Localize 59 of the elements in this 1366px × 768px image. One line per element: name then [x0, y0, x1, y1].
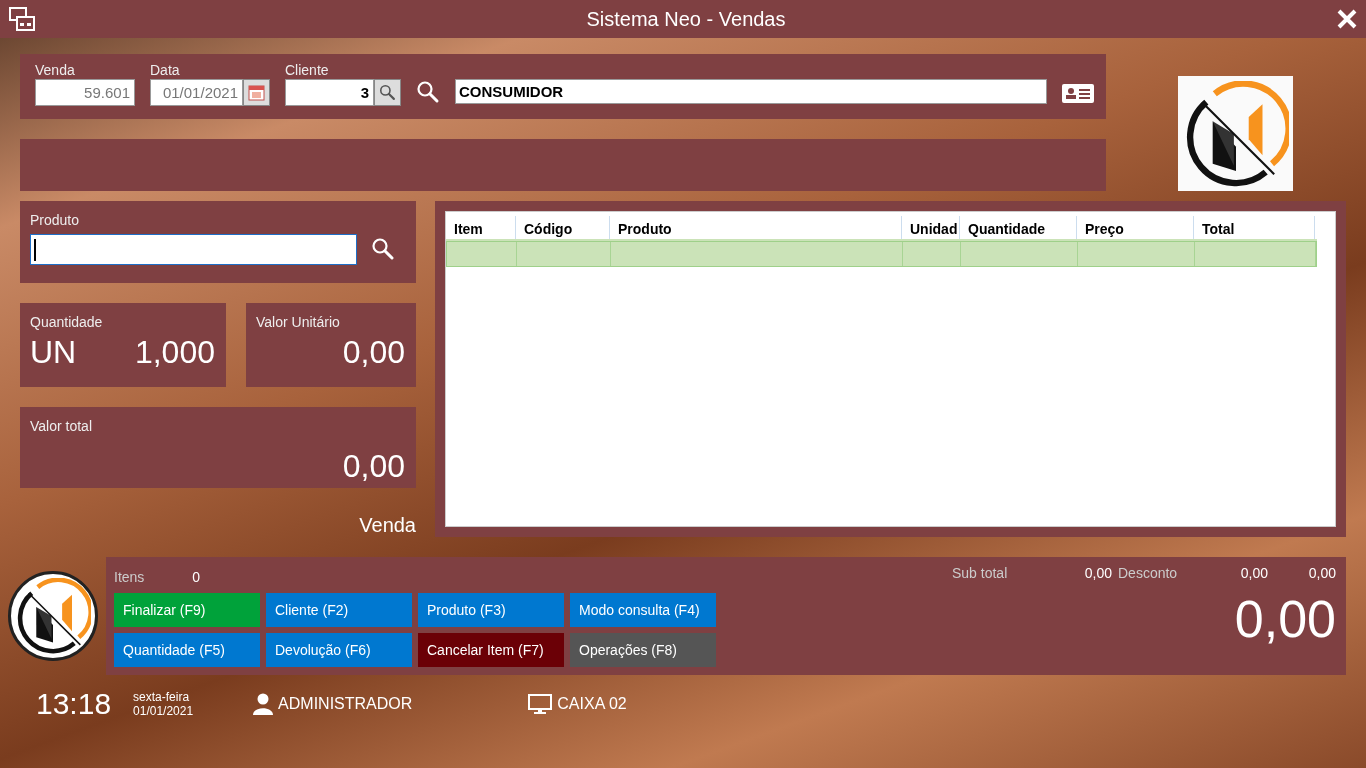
- calendar-button[interactable]: [243, 79, 270, 106]
- total-value: 0,00: [342, 447, 405, 485]
- column-header[interactable]: Preço: [1077, 216, 1194, 239]
- column-header[interactable]: Unidad: [902, 216, 960, 239]
- function-button[interactable]: Cancelar Item (F7): [418, 633, 564, 667]
- function-button[interactable]: Quantidade (F5): [114, 633, 260, 667]
- unit-text: UN: [30, 333, 77, 371]
- function-button[interactable]: Modo consulta (F4): [570, 593, 716, 627]
- search-icon: [416, 80, 440, 104]
- subtotal-label: Sub total: [952, 565, 1009, 581]
- column-header[interactable]: Quantidade: [960, 216, 1077, 239]
- field-label: Quantidade: [30, 313, 104, 330]
- user-icon: [253, 693, 274, 715]
- product-input-field[interactable]: [30, 234, 357, 265]
- contact-card-button[interactable]: [1062, 82, 1094, 104]
- column-header[interactable]: Total: [1194, 216, 1315, 239]
- items-count: 0: [192, 569, 201, 585]
- function-button[interactable]: Operações (F8): [570, 633, 716, 667]
- windows-icon: [8, 6, 36, 32]
- logo-icon: [15, 578, 91, 654]
- field-label: Valor total: [30, 417, 93, 434]
- search-button[interactable]: [416, 80, 440, 104]
- unit-price-value: 0,00: [342, 333, 405, 371]
- window-title: Sistema Neo - Vendas: [586, 7, 786, 31]
- column-header[interactable]: Produto: [610, 216, 902, 239]
- column-header[interactable]: Código: [516, 216, 610, 239]
- function-button[interactable]: Produto (F3): [418, 593, 564, 627]
- quantity-value: 1,000: [134, 333, 215, 371]
- items-label: Itens: [114, 569, 145, 585]
- discount-label: Desconto: [1118, 565, 1179, 581]
- function-button[interactable]: Cliente (F2): [266, 593, 412, 627]
- function-button[interactable]: Devolução (F6): [266, 633, 412, 667]
- clock-time: 13:18: [36, 687, 112, 721]
- contact-card-icon: [1062, 82, 1094, 104]
- discount-amount: 0,00: [1307, 565, 1336, 581]
- input-field[interactable]: 59.601: [35, 79, 135, 106]
- field-label: Cliente: [285, 62, 330, 78]
- close-icon[interactable]: [1336, 8, 1358, 30]
- grand-total: 0,00: [1234, 589, 1336, 649]
- field-label: Produto: [30, 212, 81, 228]
- terminal-name: CAIXA 02: [557, 695, 627, 713]
- discount-value: 0,00: [1239, 565, 1268, 581]
- mode-label: Venda: [359, 514, 416, 537]
- field-label: Venda: [35, 62, 76, 78]
- user-name: ADMINISTRADOR: [278, 695, 413, 713]
- field-label: Data: [150, 62, 181, 78]
- search-icon: [379, 84, 396, 101]
- search-button[interactable]: [374, 79, 401, 106]
- weekday-text: sexta-feira: [133, 690, 191, 704]
- search-icon: [371, 236, 395, 261]
- date-field[interactable]: 01/01/2021: [150, 79, 243, 106]
- field-label: Valor Unitário: [256, 313, 341, 330]
- input-field[interactable]: CONSUMIDOR: [455, 79, 1047, 104]
- monitor-icon: [528, 693, 553, 715]
- subtotal-value: 0,00: [1083, 565, 1112, 581]
- input-field[interactable]: 3: [285, 79, 374, 106]
- column-header[interactable]: Item: [446, 216, 516, 239]
- date-text: 01/01/2021: [133, 704, 195, 718]
- calendar-icon: [248, 84, 265, 101]
